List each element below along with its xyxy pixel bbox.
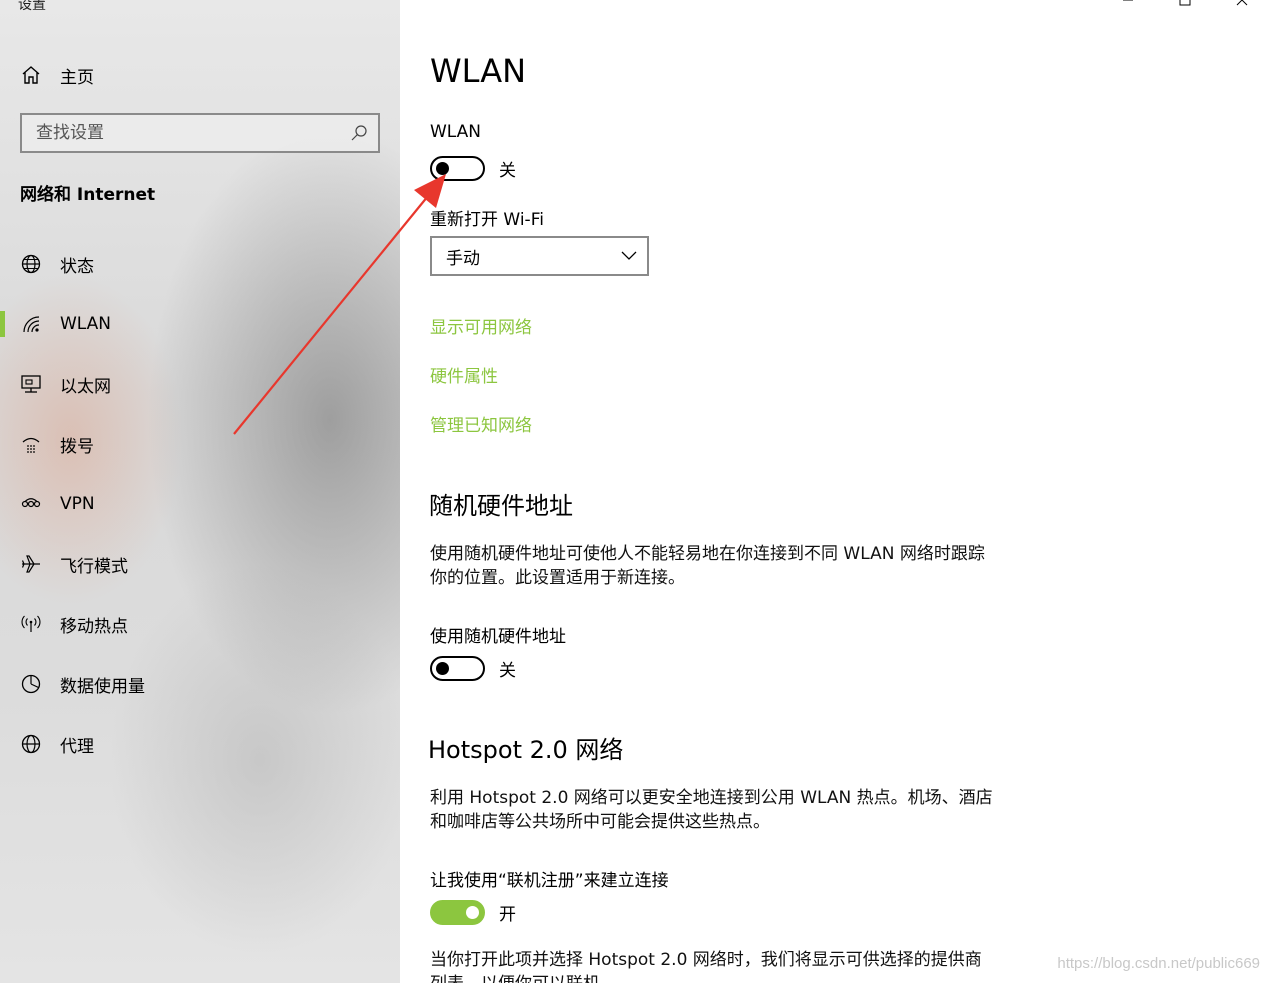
search-icon[interactable]: [350, 124, 368, 142]
random-hw-description: 使用随机硬件地址可使他人不能轻易地在你连接到不同 WLAN 网络时跟踪你的位置。…: [430, 544, 985, 588]
random-hw-toggle-state: 关: [499, 661, 516, 681]
sidebar-item-vpn[interactable]: VPN: [0, 474, 400, 534]
random-hw-toggle-label: 使用随机硬件地址: [430, 627, 566, 647]
sidebar-item-dialup[interactable]: 拨号: [0, 414, 400, 474]
sidebar-item-data-usage[interactable]: 数据使用量: [0, 654, 400, 714]
sidebar-item-ethernet[interactable]: 以太网: [0, 354, 400, 414]
manage-known-networks-link[interactable]: 管理已知网络: [430, 411, 532, 436]
page-title: WLAN: [430, 52, 527, 90]
wlan-toggle-state: 关: [499, 161, 516, 181]
dropdown-value: 手动: [446, 248, 480, 269]
hotspot20-toggle-label: 让我使用“联机注册”来建立连接: [430, 871, 669, 891]
hotspot20-description: 利用 Hotspot 2.0 网络可以更安全地连接到公用 WLAN 热点。机场、…: [430, 788, 993, 832]
sidebar-item-airplane[interactable]: 飞行模式: [0, 534, 400, 594]
sidebar-item-label: 代理: [60, 736, 94, 757]
sidebar: 设置 主页 网络和 Internet 状态: [0, 0, 400, 983]
random-hw-toggle-row[interactable]: 关: [430, 656, 516, 681]
hotspot20-toggle-row[interactable]: 开: [430, 900, 516, 925]
reopen-wifi-dropdown[interactable]: 手动: [430, 236, 649, 276]
globe-status-icon: [21, 254, 41, 274]
sidebar-nav: 状态 WLAN 以太网 拨号 VPN 飞行模式 移动热点 数据使用量 代理: [0, 234, 400, 774]
sidebar-item-label: 状态: [60, 256, 94, 277]
sidebar-item-label: 以太网: [60, 376, 111, 397]
sidebar-item-status[interactable]: 状态: [0, 234, 400, 294]
toggle-knob: [436, 662, 449, 675]
wifi-icon: [23, 316, 40, 333]
wlan-label: WLAN: [430, 122, 482, 142]
sidebar-item-wlan[interactable]: WLAN: [0, 294, 400, 354]
close-button[interactable]: [1213, 0, 1270, 12]
sidebar-item-proxy[interactable]: 代理: [0, 714, 400, 774]
sidebar-item-label: 飞行模式: [60, 556, 128, 577]
chevron-down-icon: [621, 251, 637, 260]
sidebar-item-hotspot[interactable]: 移动热点: [0, 594, 400, 654]
search-box[interactable]: [20, 113, 380, 153]
sidebar-item-label: WLAN: [60, 314, 112, 334]
sidebar-home[interactable]: 主页: [20, 60, 94, 90]
window-controls: [1099, 0, 1270, 12]
toggle-knob: [436, 162, 449, 175]
app-title: 设置: [18, 0, 46, 13]
maximize-icon: [1179, 0, 1190, 6]
sidebar-item-label: 拨号: [60, 436, 94, 457]
hotspot20-toggle-state: 开: [499, 905, 516, 925]
show-available-networks-link[interactable]: 显示可用网络: [430, 313, 532, 338]
sidebar-item-label: 移动热点: [60, 616, 128, 637]
home-icon: [22, 66, 40, 84]
watermark: https://blog.csdn.net/public669: [1057, 955, 1260, 972]
main-content: WLAN WLAN 关 重新打开 Wi-Fi 手动 显示可用网络 硬件属性 管理…: [400, 0, 1270, 983]
maximize-button[interactable]: [1156, 0, 1213, 12]
search-input[interactable]: [36, 123, 350, 143]
sidebar-item-label: VPN: [60, 494, 95, 514]
minimize-icon: [1122, 0, 1133, 1]
minimize-button[interactable]: [1099, 0, 1156, 12]
hotspot20-toggle[interactable]: [430, 900, 485, 925]
hotspot20-footer-text: 当你打开此项并选择 Hotspot 2.0 网络时，我们将显示可供选择的提供商列…: [430, 950, 982, 983]
sidebar-section-title: 网络和 Internet: [20, 185, 156, 205]
dialup-icon: [22, 437, 40, 453]
sidebar-item-label: 数据使用量: [60, 676, 145, 697]
random-hw-toggle[interactable]: [430, 656, 485, 681]
sidebar-home-label: 主页: [60, 67, 94, 88]
close-icon: [1236, 0, 1247, 6]
hotspot20-heading: Hotspot 2.0 网络: [428, 736, 624, 764]
random-hw-heading: 随机硬件地址: [429, 492, 573, 520]
hardware-properties-link[interactable]: 硬件属性: [430, 362, 498, 387]
ethernet-icon: [21, 375, 41, 393]
toggle-knob: [466, 906, 479, 919]
data-usage-icon: [21, 674, 41, 694]
vpn-icon: [21, 498, 41, 508]
wlan-toggle-row[interactable]: 关: [430, 156, 516, 181]
hotspot-icon: [21, 615, 41, 632]
airplane-icon: [21, 555, 40, 573]
wlan-toggle[interactable]: [430, 156, 485, 181]
reopen-wifi-label: 重新打开 Wi-Fi: [430, 210, 544, 230]
proxy-globe-icon: [21, 734, 41, 754]
